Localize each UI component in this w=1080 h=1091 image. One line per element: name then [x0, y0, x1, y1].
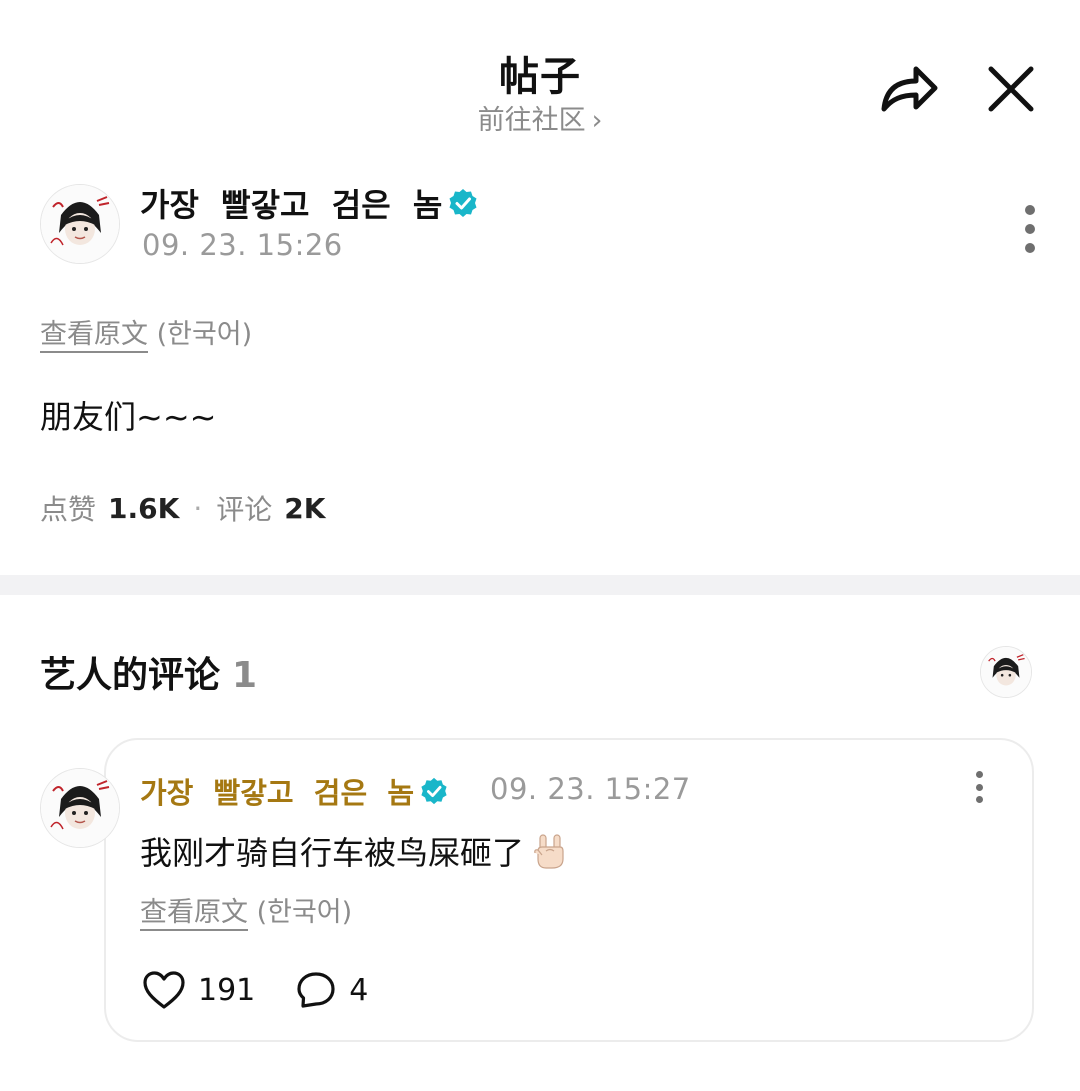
- go-to-community-label: 前往社区: [477, 105, 586, 136]
- verified-badge-icon: [449, 189, 477, 217]
- post-author-name[interactable]: 가장 빨갛고 검은 놈: [140, 180, 478, 226]
- likes-label: 点赞: [40, 493, 97, 526]
- likes-count: 1.6K: [108, 491, 180, 525]
- post-body-text: 朋友们~~~: [40, 398, 217, 436]
- artist-avatar-small[interactable]: [980, 646, 1032, 698]
- avatar-illustration: [41, 769, 119, 847]
- artist-comments-count: 1: [232, 655, 258, 696]
- like-count: 191: [198, 972, 256, 1008]
- top-bar: 帖子 前往社区 ›: [0, 0, 1080, 150]
- comment-author-avatar[interactable]: [40, 768, 120, 848]
- author-avatar[interactable]: [40, 184, 120, 264]
- share-arrow-icon: [881, 66, 938, 112]
- comment-more-options-icon[interactable]: [968, 771, 990, 803]
- view-original-link[interactable]: 查看原文: [140, 897, 248, 928]
- avatar-illustration: [41, 185, 119, 263]
- comment-view-original: 查看原文 (한국어): [140, 890, 352, 929]
- close-icon: [988, 66, 1034, 112]
- post-stats: 点赞 1.6K · 评论 2K: [40, 488, 325, 528]
- comment-author-name[interactable]: 가장 빨갛고 검은 놈: [140, 770, 448, 812]
- post-timestamp: 09. 23. 15:26: [142, 228, 343, 262]
- comments-count[interactable]: 2K: [284, 492, 325, 525]
- comment-author-label: 가장 빨갛고 검은 놈: [140, 776, 415, 810]
- dot: [1025, 243, 1035, 253]
- heart-icon: [143, 971, 185, 1009]
- chevron-right-icon: ›: [591, 105, 603, 136]
- like-button[interactable]: 191: [142, 970, 255, 1010]
- dot: [1025, 205, 1035, 215]
- stats-separator: ·: [193, 491, 203, 525]
- dot: [975, 796, 983, 803]
- original-language: (한국어): [156, 319, 253, 350]
- dot: [975, 783, 983, 791]
- artist-comments-heading: 艺人的评论 1: [40, 646, 257, 698]
- verified-badge-icon: [421, 777, 447, 805]
- comment-body-text: 我刚才骑自行车被鸟屎砸了: [140, 834, 525, 872]
- reply-count: 4: [349, 972, 369, 1008]
- close-button[interactable]: [976, 54, 1046, 124]
- post-more-options-icon[interactable]: [1016, 205, 1044, 253]
- comment-timestamp: 09. 23. 15:27: [490, 772, 691, 806]
- section-divider: [0, 575, 1080, 595]
- post-view-original: 查看原文 (한국어): [40, 312, 252, 351]
- reply-button[interactable]: 4: [295, 970, 368, 1010]
- comments-label[interactable]: 评论: [216, 488, 272, 528]
- comment-actions: 191 4: [142, 970, 408, 1010]
- post-author-label: 가장 빨갛고 검은 놈: [140, 186, 443, 224]
- comment-body: 我刚才骑自行车被鸟屎砸了: [140, 828, 570, 874]
- dot: [1025, 224, 1035, 234]
- original-language: (한국어): [256, 897, 353, 928]
- comment-bubble-icon: [297, 972, 335, 1008]
- view-original-link[interactable]: 查看原文: [40, 319, 148, 350]
- artist-comments-title: 艺人的评论: [40, 655, 221, 696]
- avatar-illustration: [981, 647, 1031, 697]
- share-button[interactable]: [874, 54, 944, 124]
- rock-on-hand-icon: [534, 834, 564, 869]
- dot: [975, 771, 983, 778]
